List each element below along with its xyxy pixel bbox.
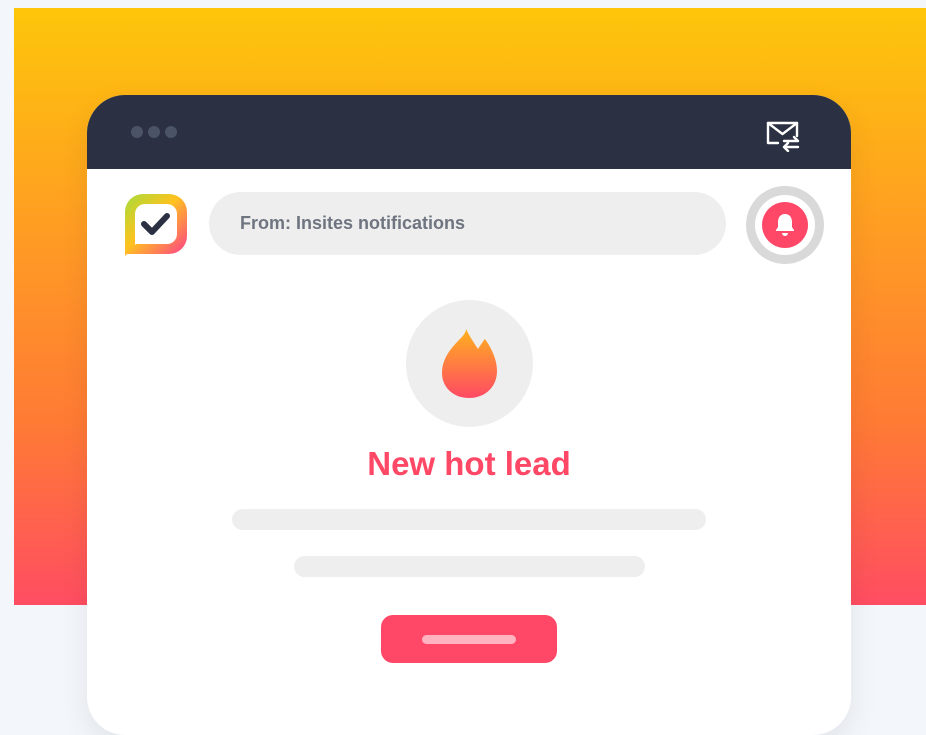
view-lead-button[interactable] — [381, 615, 557, 663]
notification-headline: New hot lead — [367, 445, 571, 482]
fire-badge — [406, 300, 533, 427]
button-label-placeholder — [422, 635, 516, 644]
fire-icon — [442, 329, 497, 398]
window-titlebar — [87, 95, 851, 169]
placeholder-text-line — [232, 509, 706, 530]
mail-transfer-icon[interactable] — [765, 120, 801, 152]
window-dot — [165, 126, 177, 138]
from-text: From: Insites notifications — [240, 213, 466, 233]
window-dot — [148, 126, 160, 138]
bell-icon — [776, 214, 794, 236]
notification-bell-button[interactable] — [746, 186, 824, 264]
insites-check-logo-icon — [125, 194, 187, 256]
window-dot — [131, 126, 143, 138]
placeholder-text-line — [294, 556, 645, 577]
window-dots-icon — [131, 126, 177, 138]
email-window: From: Insites notifications New hot lead — [87, 95, 851, 735]
from-field: From: Insites notifications — [209, 192, 726, 255]
